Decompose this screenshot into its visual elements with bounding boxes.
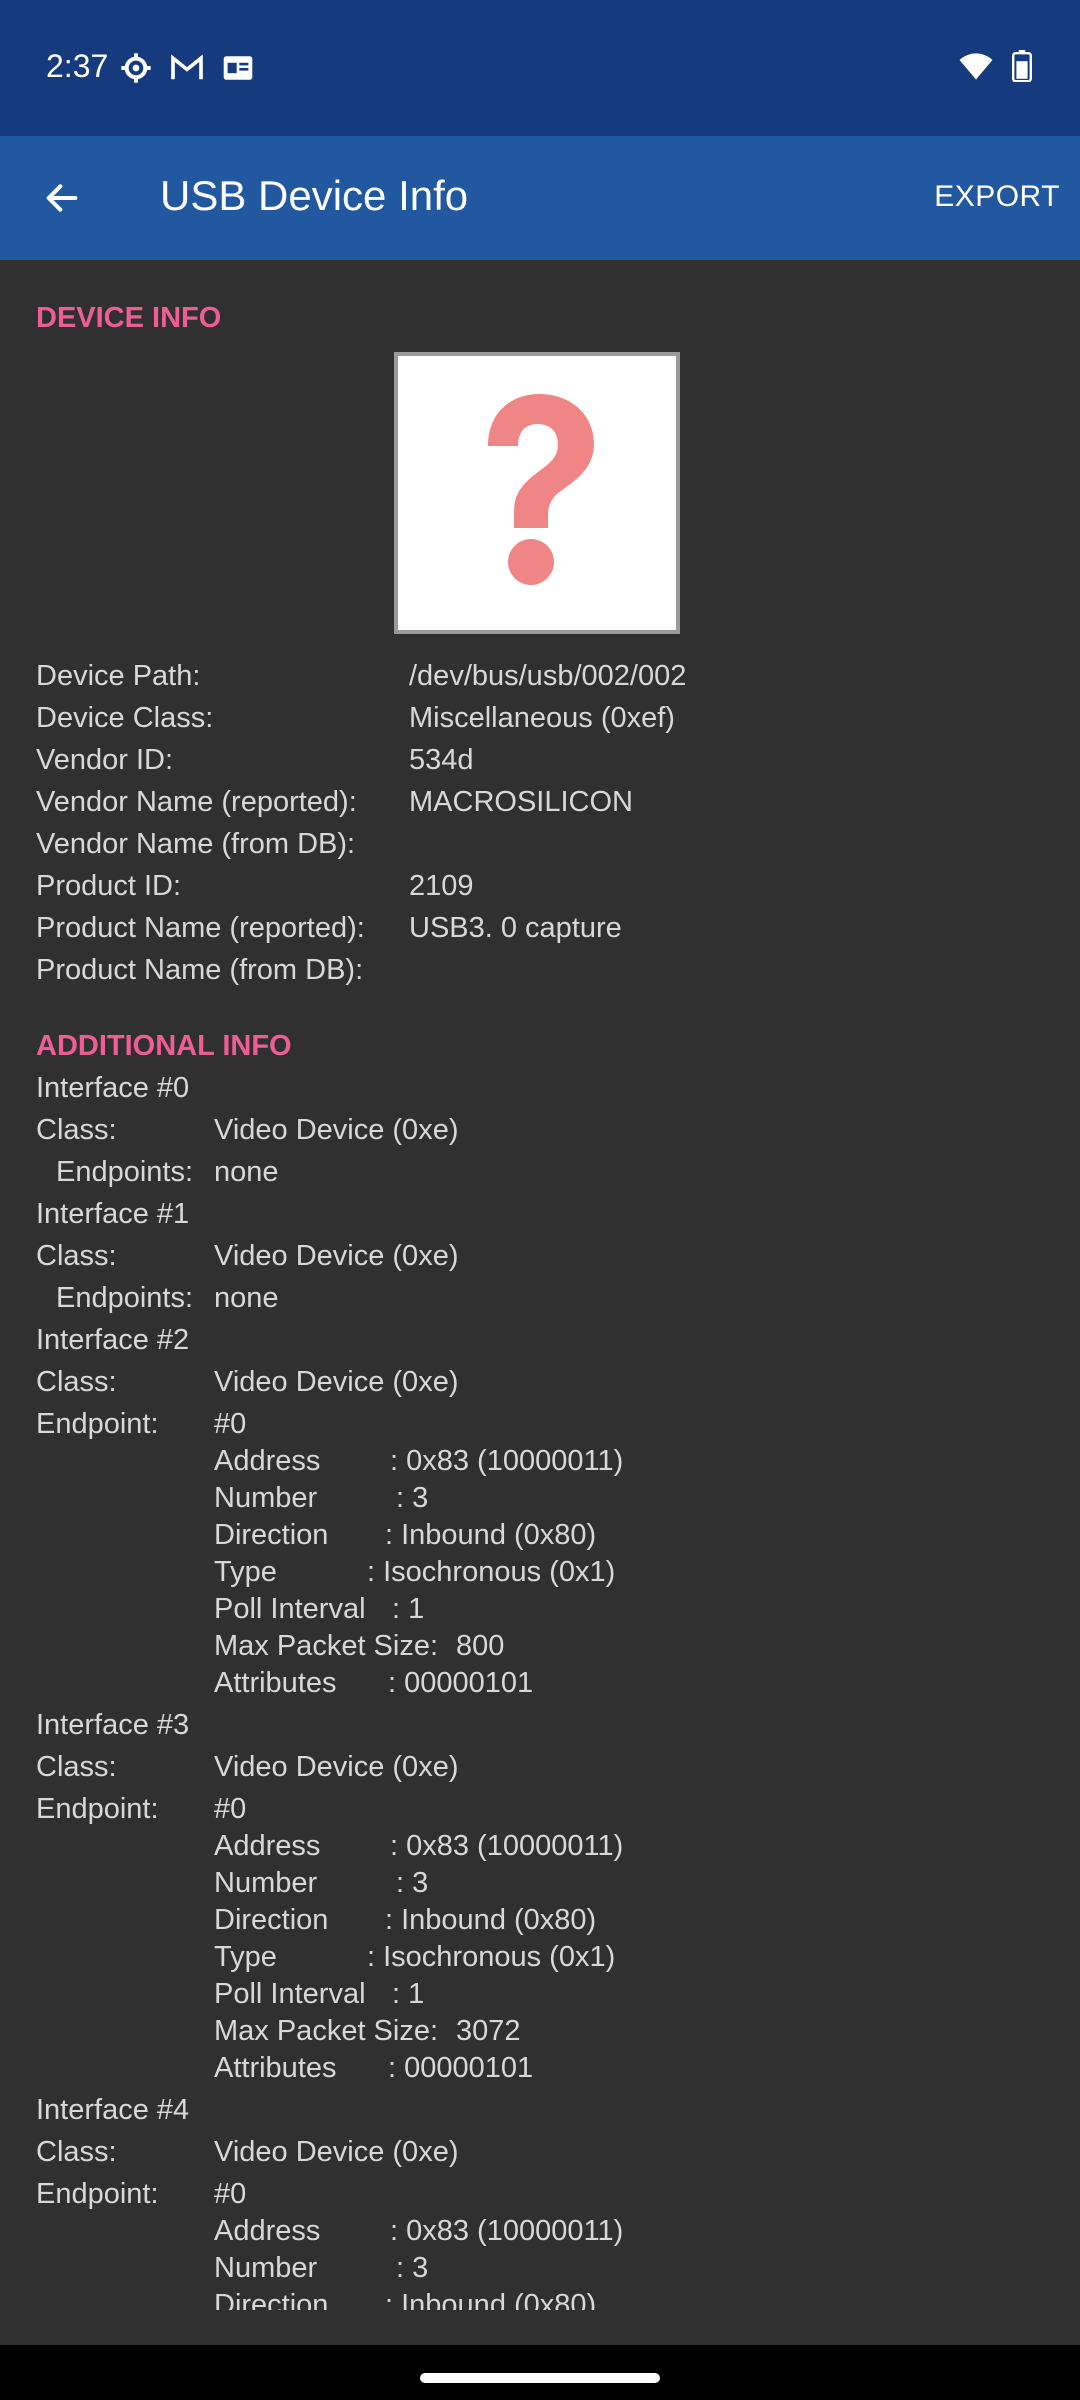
interface-0-endpoints-label: Endpoints: [56, 1156, 194, 1188]
arrow-left-icon [46, 184, 78, 212]
interface-2-class-label: Class: [36, 1366, 117, 1398]
interface-4-endpoint-id: #0 [214, 2178, 247, 2210]
interface-2-max-packet-label: Max Packet Size: [214, 1630, 439, 1662]
interface-2-type-label: Type [214, 1556, 277, 1588]
vendor-name-reported-label: Vendor Name (reported): [36, 786, 357, 818]
product-name-reported-value: USB3. 0 capture [409, 912, 622, 944]
vendor-name-reported-value: MACROSILICON [409, 786, 633, 818]
vendor-name-db-label: Vendor Name (from DB): [36, 828, 356, 860]
interface-1-endpoints-label: Endpoints: [56, 1282, 194, 1314]
interface-2-poll-value: : 1 [392, 1593, 425, 1625]
additional-info-title: ADDITIONAL INFO [36, 1030, 292, 1062]
interface-4-address-value: : 0x83 (10000011) [390, 2215, 624, 2247]
status-icons-right [958, 50, 1032, 82]
interface-3-poll-label: Poll Interval [214, 1978, 366, 2010]
wifi-icon [959, 53, 993, 80]
interface-2-class-value: Video Device (0xe) [214, 1366, 459, 1398]
interface-2-direction-label: Direction [214, 1519, 329, 1551]
vendor-id-value: 534d [409, 744, 474, 776]
interface-2-endpoint-label: Endpoint: [36, 1408, 159, 1440]
interface-3-direction-value: : Inbound (0x80) [385, 1904, 597, 1936]
product-id-label: Product ID: [36, 870, 182, 902]
interface-2-endpoint-id: #0 [214, 1408, 247, 1440]
interface-0-endpoints-value: none [214, 1156, 279, 1188]
interface-2-address-label: Address [214, 1445, 321, 1477]
interface-2-name: Interface #2 [36, 1324, 190, 1356]
product-name-reported-label: Product Name (reported): [36, 912, 365, 944]
interface-4-name: Interface #4 [36, 2094, 190, 2126]
export-button[interactable]: EXPORT [934, 180, 1060, 214]
app-bar: USB Device Info EXPORT [0, 136, 1080, 260]
content-scroll[interactable]: DEVICE INFO Device Path: /dev/bus/usb/00… [0, 260, 1080, 2310]
interface-3-class-label: Class: [36, 1751, 117, 1783]
interface-0-name: Interface #0 [36, 1072, 190, 1104]
interface-0-class-value: Video Device (0xe) [214, 1114, 459, 1146]
interface-2-poll-label: Poll Interval [214, 1593, 366, 1625]
interface-3-max-packet-label: Max Packet Size: [214, 2015, 439, 2047]
interface-3-poll-value: : 1 [392, 1978, 425, 2010]
interface-3-address-value: : 0x83 (10000011) [390, 1830, 624, 1862]
product-name-db-label: Product Name (from DB): [36, 954, 364, 986]
vendor-id-label: Vendor ID: [36, 744, 174, 776]
interface-3-type-label: Type [214, 1941, 277, 1973]
device-class-label: Device Class: [36, 702, 214, 734]
interface-4-address-label: Address [214, 2215, 321, 2247]
interface-2-attributes-label: Attributes [214, 1667, 337, 1699]
interface-4-endpoint-label: Endpoint: [36, 2178, 159, 2210]
interface-2-address-value: : 0x83 (10000011) [390, 1445, 624, 1477]
interface-4-direction-value: : Inbound (0x80) [385, 2289, 597, 2310]
device-path-label: Device Path: [36, 660, 201, 692]
interface-4-number-label: Number [214, 2252, 318, 2284]
news-icon [223, 56, 253, 80]
interface-3-number-value: : 3 [396, 1867, 429, 1899]
interface-2-number-value: : 3 [396, 1482, 429, 1514]
interface-3-name: Interface #3 [36, 1709, 190, 1741]
battery-icon [1012, 50, 1032, 82]
question-mark-icon [488, 394, 594, 585]
interface-1-name: Interface #1 [36, 1198, 190, 1230]
interface-4-class-value: Video Device (0xe) [214, 2136, 459, 2168]
gmail-icon [171, 54, 203, 80]
interface-4-number-value: : 3 [396, 2252, 429, 2284]
interface-3-attributes-label: Attributes [214, 2052, 337, 2084]
interface-4-direction-label: Direction [214, 2289, 329, 2310]
page-title: USB Device Info [160, 172, 469, 219]
interface-2-direction-value: : Inbound (0x80) [385, 1519, 597, 1551]
interface-0-class-label: Class: [36, 1114, 117, 1146]
interface-3-direction-label: Direction [214, 1904, 329, 1936]
interface-3-number-label: Number [214, 1867, 318, 1899]
device-info-title: DEVICE INFO [36, 302, 222, 334]
interface-4-class-label: Class: [36, 2136, 117, 2168]
interface-1-endpoints-value: none [214, 1282, 279, 1314]
interface-3-address-label: Address [214, 1830, 321, 1862]
interface-3-endpoint-id: #0 [214, 1793, 247, 1825]
interface-3-endpoint-label: Endpoint: [36, 1793, 159, 1825]
device-class-value: Miscellaneous (0xef) [409, 702, 675, 734]
interface-1-class-value: Video Device (0xe) [214, 1240, 459, 1272]
interface-2-attributes-value: : 00000101 [388, 1667, 534, 1699]
interface-2-max-packet-value: 800 [456, 1630, 505, 1662]
interface-3-max-packet-value: 3072 [456, 2015, 521, 2047]
home-gesture-handle[interactable] [420, 2373, 660, 2383]
status-bar: 2:37 [0, 0, 1080, 136]
interface-3-type-value: : Isochronous (0x1) [367, 1941, 616, 1973]
interface-2-number-label: Number [214, 1482, 318, 1514]
device-path-value: /dev/bus/usb/002/002 [409, 660, 687, 692]
navigation-bar [0, 2345, 1080, 2400]
interface-1-class-label: Class: [36, 1240, 117, 1272]
interface-2-type-value: : Isochronous (0x1) [367, 1556, 616, 1588]
back-button[interactable] [30, 166, 94, 230]
interface-3-attributes-value: : 00000101 [388, 2052, 534, 2084]
interface-3-class-value: Video Device (0xe) [214, 1751, 459, 1783]
settings-icon [121, 53, 151, 83]
device-image [394, 352, 680, 634]
status-icons-left [120, 52, 254, 84]
product-id-value: 2109 [409, 870, 474, 902]
status-time: 2:37 [46, 48, 109, 84]
